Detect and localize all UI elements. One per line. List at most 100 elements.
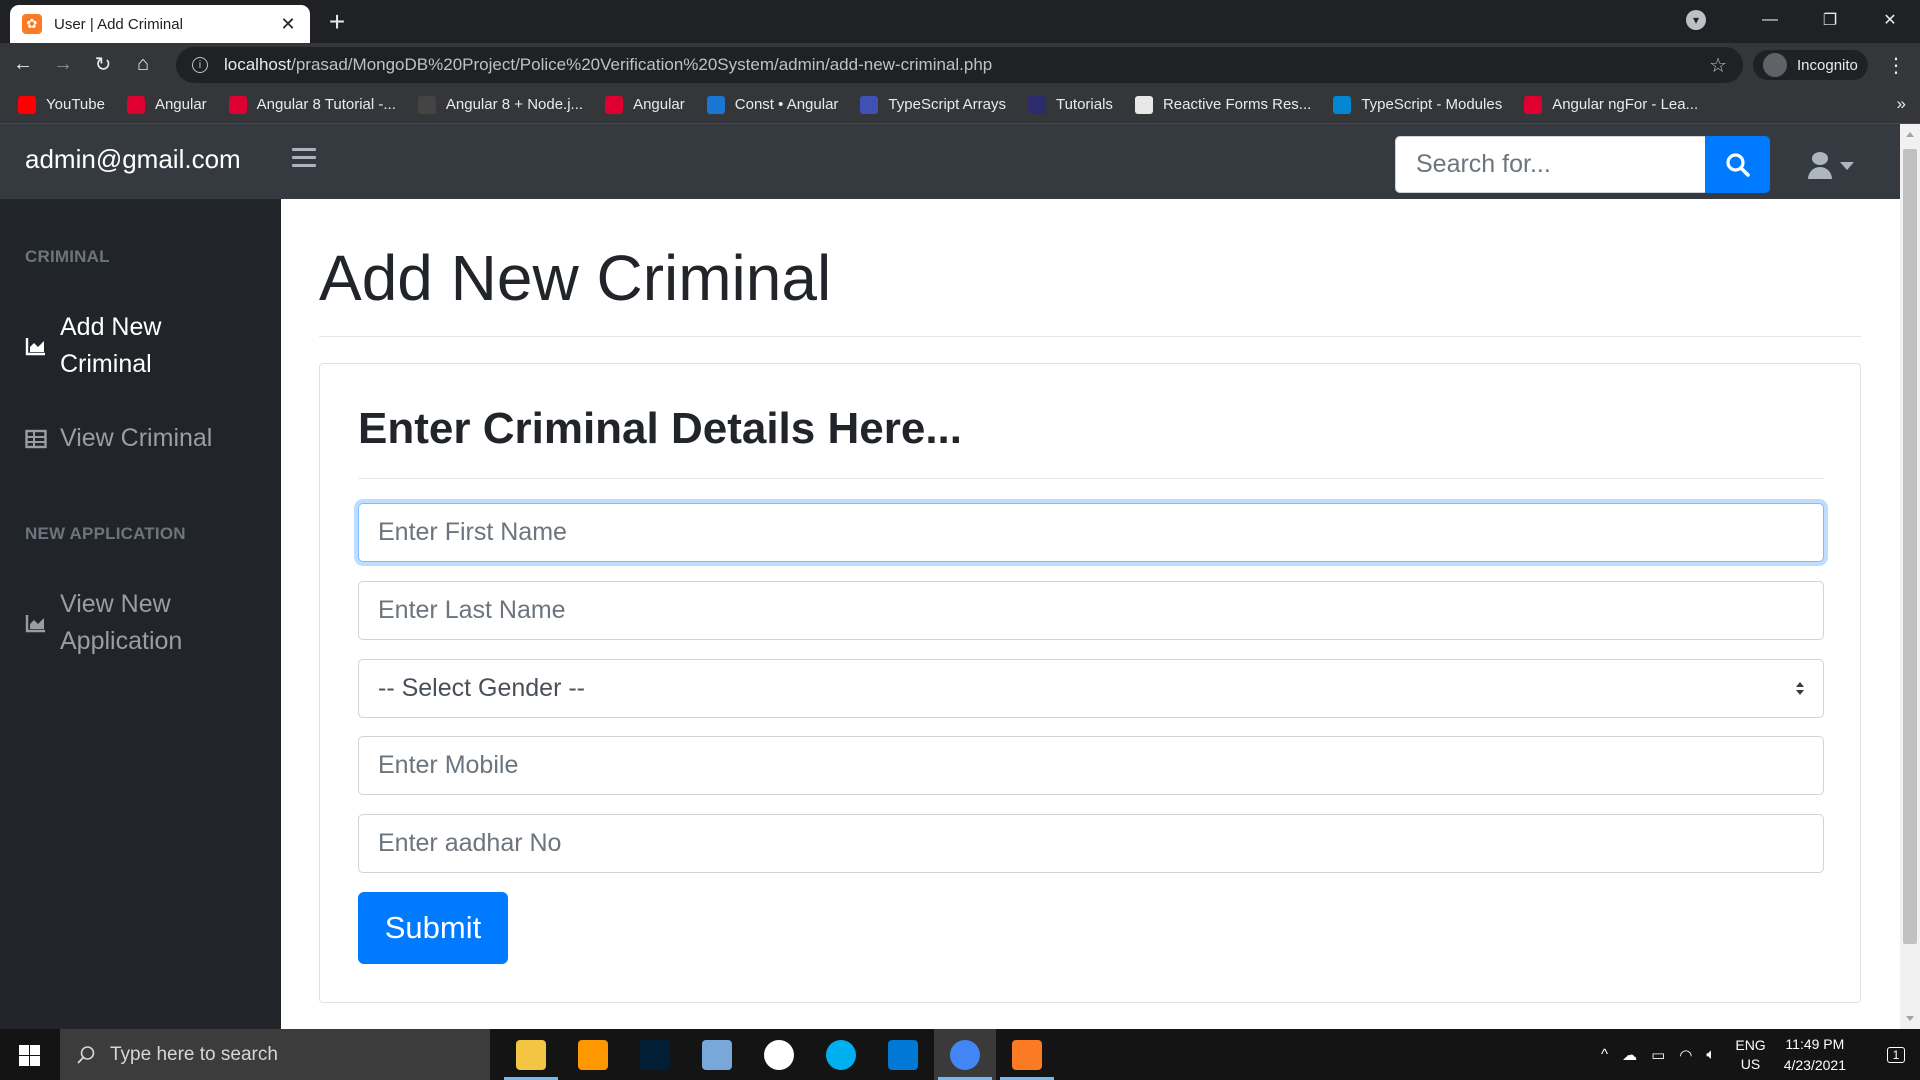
top-navbar: admin@gmail.com xyxy=(0,124,1900,199)
taskbar-app[interactable] xyxy=(500,1029,562,1080)
bookmark-item[interactable]: TypeScript Arrays xyxy=(860,95,1006,114)
battery-icon[interactable]: ▭ xyxy=(1651,1046,1665,1064)
bookmark-label: Tutorials xyxy=(1055,96,1113,113)
sidebar-toggle-icon[interactable] xyxy=(292,148,316,168)
search-icon xyxy=(77,1045,95,1064)
bookmark-item[interactable]: Angular 8 Tutorial -... xyxy=(228,95,396,114)
bookmark-item[interactable]: Tutorials xyxy=(1027,95,1113,114)
scroll-up-icon[interactable] xyxy=(1906,132,1914,137)
taskbar-app[interactable] xyxy=(624,1029,686,1080)
bookmark-item[interactable]: Reactive Forms Res... xyxy=(1134,95,1311,114)
sidebar-heading-new-application: NEW APPLICATION xyxy=(25,524,186,543)
clock-date: 4/23/2021 xyxy=(1783,1056,1846,1073)
sidebar-item-add-new-criminal[interactable]: Add New Criminal xyxy=(25,309,161,383)
chevron-up-icon[interactable]: ^ xyxy=(1601,1046,1608,1063)
windows-start-icon[interactable] xyxy=(19,1045,40,1066)
taskbar-app[interactable] xyxy=(872,1029,934,1080)
sublime-text-icon xyxy=(578,1039,608,1070)
aadhar-input[interactable] xyxy=(358,814,1824,873)
navbar-brand[interactable]: admin@gmail.com xyxy=(25,144,241,175)
tab-search-icon[interactable]: ▾ xyxy=(1686,10,1706,30)
bookmark-item[interactable]: Const • Angular xyxy=(706,95,838,114)
bookmark-label: TypeScript Arrays xyxy=(888,96,1006,113)
bookmark-label: TypeScript - Modules xyxy=(1361,96,1503,113)
minimize-icon[interactable]: — xyxy=(1740,11,1800,29)
window-controls: ▾ — ❐ ✕ xyxy=(1686,0,1920,40)
browser-toolbar: ← → ↻ ⌂ i localhost/prasad/MongoDB%20Pro… xyxy=(0,43,1920,86)
restore-icon[interactable]: ❐ xyxy=(1800,10,1860,30)
angular-tutorial-icon xyxy=(228,95,247,114)
taskbar-app[interactable] xyxy=(562,1029,624,1080)
last-name-input[interactable] xyxy=(358,581,1824,640)
user-dropdown[interactable] xyxy=(1808,152,1854,179)
main-content: Add New Criminal Enter Criminal Details … xyxy=(281,199,1900,1029)
skype-icon xyxy=(826,1039,856,1070)
gender-select[interactable]: -- Select Gender -- xyxy=(358,659,1824,718)
bookmark-label: Angular xyxy=(633,96,685,113)
search-icon xyxy=(1725,152,1750,177)
sidebar-heading-criminal: CRIMINAL xyxy=(25,247,110,266)
taskbar-app[interactable] xyxy=(748,1029,810,1080)
wifi-icon[interactable]: ◠ xyxy=(1679,1046,1692,1064)
submit-button[interactable]: Submit xyxy=(358,892,508,964)
bookmark-item[interactable]: YouTube xyxy=(18,95,105,114)
site-info-icon[interactable]: i xyxy=(192,57,208,73)
bookmark-item[interactable]: Angular ngFor - Lea... xyxy=(1524,95,1698,114)
bookmarks-overflow-icon[interactable]: » xyxy=(1897,94,1906,114)
bookmark-star-icon[interactable]: ☆ xyxy=(1709,53,1727,78)
page-icon xyxy=(417,95,436,114)
bookmark-item[interactable]: Angular xyxy=(126,95,207,114)
first-name-input[interactable] xyxy=(358,503,1824,562)
divider xyxy=(358,478,1824,479)
bookmark-item[interactable]: TypeScript - Modules xyxy=(1333,95,1503,114)
onedrive-cloud-icon[interactable]: ☁ xyxy=(1622,1046,1637,1064)
forward-icon[interactable]: → xyxy=(46,53,80,76)
browser-menu-icon[interactable]: ⋮ xyxy=(1886,53,1906,78)
notification-badge: 1 xyxy=(1886,1046,1906,1063)
scrollbar-thumb[interactable] xyxy=(1903,149,1917,944)
taskbar-app[interactable] xyxy=(810,1029,872,1080)
bookmark-item[interactable]: Angular 8 + Node.j... xyxy=(417,95,584,114)
language-indicator[interactable]: ENG US xyxy=(1735,1036,1765,1074)
card-title: Enter Criminal Details Here... xyxy=(358,404,962,453)
incognito-indicator[interactable]: Incognito xyxy=(1753,50,1868,80)
incognito-icon xyxy=(1763,53,1787,77)
tab-title: User | Add Criminal xyxy=(54,15,183,33)
reload-icon[interactable]: ↻ xyxy=(86,52,120,77)
taskbar-apps xyxy=(500,1029,1058,1080)
bookmark-label: Angular xyxy=(154,96,207,113)
address-bar[interactable]: i localhost/prasad/MongoDB%20Project/Pol… xyxy=(176,47,1743,83)
xampp-favicon-icon: ✿ xyxy=(22,14,42,34)
clock[interactable]: 11:49 PM 4/23/2021 xyxy=(1784,1034,1846,1076)
search-input[interactable] xyxy=(1395,136,1705,193)
close-window-icon[interactable]: ✕ xyxy=(1860,10,1920,30)
mobile-input[interactable] xyxy=(358,736,1824,795)
scroll-down-icon[interactable] xyxy=(1906,1016,1914,1021)
bookmark-label: Angular 8 + Node.j... xyxy=(445,96,584,113)
new-tab-icon[interactable]: + xyxy=(325,6,349,38)
area-chart-icon xyxy=(25,338,45,356)
sidebar-item-view-criminal[interactable]: View Criminal xyxy=(25,420,212,457)
table-icon xyxy=(25,429,47,448)
home-icon[interactable]: ⌂ xyxy=(126,53,160,76)
tutorials-icon xyxy=(1027,95,1046,114)
close-tab-icon[interactable]: ✕ xyxy=(278,14,298,35)
volume-icon[interactable]: 🔈︎ xyxy=(1706,1046,1715,1063)
browser-tab-bar: ✿ User | Add Criminal ✕ + ▾ — ❐ ✕ xyxy=(0,0,1920,43)
vscode-icon xyxy=(888,1039,918,1070)
sidebar-item-view-new-application[interactable]: View New Application xyxy=(25,586,182,660)
taskbar-search[interactable]: Type here to search xyxy=(60,1029,490,1080)
search-button[interactable] xyxy=(1705,136,1770,193)
notification-center-icon[interactable]: 1 xyxy=(1872,1046,1920,1063)
page-scrollbar[interactable] xyxy=(1900,124,1920,1029)
taskbar-app[interactable] xyxy=(934,1029,996,1080)
reactive-forms-icon xyxy=(1134,95,1153,114)
criminal-form-card: Enter Criminal Details Here... -- Select… xyxy=(319,363,1861,1003)
sidebar: CRIMINAL Add New Criminal View Criminal … xyxy=(0,199,281,1029)
back-icon[interactable]: ← xyxy=(6,53,40,76)
bookmark-item[interactable]: Angular xyxy=(605,95,685,114)
taskbar-app[interactable] xyxy=(686,1029,748,1080)
browser-tab[interactable]: ✿ User | Add Criminal ✕ xyxy=(10,5,310,43)
taskbar-app[interactable] xyxy=(996,1029,1058,1080)
angular-icon xyxy=(605,95,624,114)
